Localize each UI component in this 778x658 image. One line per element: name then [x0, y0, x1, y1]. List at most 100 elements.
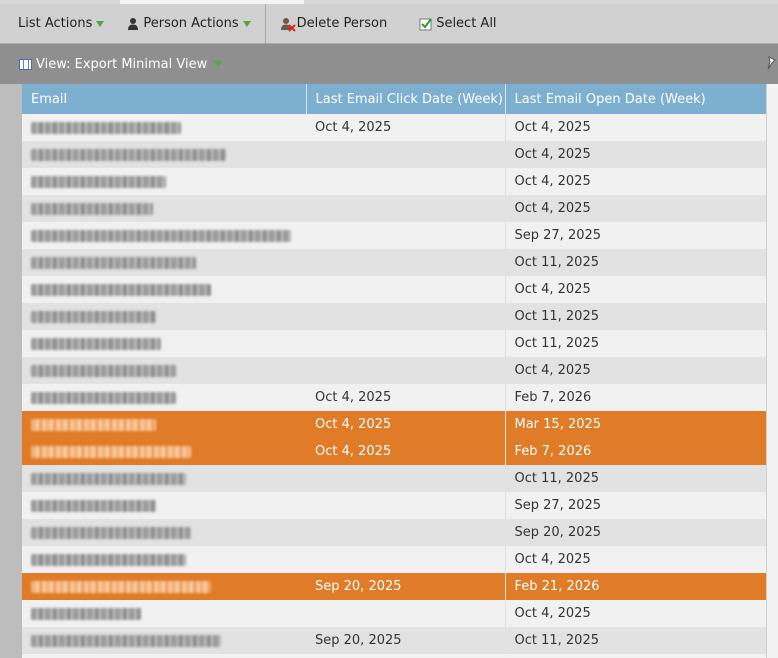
table-row[interactable]: Oct 4, 2025: [22, 195, 766, 222]
table-row[interactable]: Oct 4, 2025 Mar 15, 2025: [22, 411, 766, 438]
view-selector[interactable]: View: Export Minimal View: [36, 57, 223, 72]
table-row[interactable]: Oct 4, 2025: [22, 546, 766, 573]
table-row[interactable]: Oct 11, 2025: [22, 303, 766, 330]
column-header-last-click[interactable]: Last Email Click Date (Week): [306, 84, 506, 114]
email-cell[interactable]: [22, 519, 306, 546]
redacted-email: [31, 202, 153, 215]
vertical-scrollbar[interactable]: [766, 84, 778, 658]
last-click-cell: Oct 4, 2025: [306, 438, 506, 465]
last-open-cell: Oct 4, 2025: [505, 168, 766, 195]
email-cell[interactable]: [22, 330, 306, 357]
last-open-cell: Oct 4, 2025: [505, 546, 766, 573]
table-row[interactable]: Oct 4, 2025: [22, 600, 766, 627]
last-click-cell: Sep 20, 2025: [306, 573, 506, 600]
last-open-cell: Oct 4, 2025: [505, 357, 766, 384]
email-cell[interactable]: [22, 627, 306, 654]
table-row[interactable]: Oct 4, 2025: [22, 357, 766, 384]
email-cell[interactable]: [22, 222, 306, 249]
email-cell[interactable]: [22, 303, 306, 330]
grid-view-icon: [19, 58, 32, 70]
table-row[interactable]: Oct 11, 2025: [22, 465, 766, 492]
email-cell[interactable]: [22, 465, 306, 492]
select-all-label: Select All: [436, 16, 497, 31]
last-click-cell: [306, 141, 506, 168]
redacted-email: [31, 175, 166, 188]
table-row[interactable]: Oct 4, 2025 Feb 7, 2026: [22, 438, 766, 465]
email-cell[interactable]: [22, 195, 306, 222]
list-actions-menu[interactable]: List Actions: [18, 4, 105, 44]
redacted-email: [31, 445, 191, 458]
table-row[interactable]: Oct 11, 2025: [22, 249, 766, 276]
last-click-cell: Oct 4, 2025: [306, 411, 506, 438]
redacted-email: [31, 634, 221, 647]
last-click-cell: [306, 249, 506, 276]
people-table: Email Last Email Click Date (Week) Last …: [22, 84, 767, 654]
delete-person-button[interactable]: Delete Person: [280, 4, 388, 44]
caret-down-icon: [214, 61, 223, 67]
last-click-cell: Sep 20, 2025: [306, 627, 506, 654]
redacted-email: [31, 121, 181, 134]
email-cell[interactable]: [22, 411, 306, 438]
email-cell[interactable]: [22, 573, 306, 600]
last-click-cell: [306, 195, 506, 222]
last-open-cell: Oct 11, 2025: [505, 627, 766, 654]
view-bar: View: Export Minimal View: [0, 44, 778, 84]
redacted-email: [31, 256, 196, 269]
table-row[interactable]: Oct 4, 2025 Oct 4, 2025: [22, 114, 766, 141]
table-row[interactable]: Sep 20, 2025: [22, 519, 766, 546]
table-row[interactable]: Oct 4, 2025 Feb 7, 2026: [22, 384, 766, 411]
redacted-email: [31, 553, 186, 566]
pin-icon[interactable]: [766, 56, 776, 70]
email-cell[interactable]: [22, 600, 306, 627]
redacted-email: [31, 229, 291, 242]
caret-down-icon: [96, 20, 105, 27]
delete-person-icon: [280, 17, 296, 32]
table-row[interactable]: Sep 27, 2025: [22, 492, 766, 519]
table-row[interactable]: Sep 27, 2025: [22, 222, 766, 249]
last-click-cell: [306, 465, 506, 492]
last-open-cell: Sep 27, 2025: [505, 222, 766, 249]
last-click-cell: [306, 276, 506, 303]
redacted-email: [31, 310, 156, 323]
last-click-cell: [306, 492, 506, 519]
select-all-button[interactable]: Select All: [419, 4, 497, 44]
email-cell[interactable]: [22, 357, 306, 384]
table-row[interactable]: Oct 4, 2025: [22, 276, 766, 303]
column-header-email[interactable]: Email: [22, 84, 307, 114]
email-cell[interactable]: [22, 141, 306, 168]
redacted-email: [31, 337, 161, 350]
email-cell[interactable]: [22, 276, 306, 303]
last-open-cell: Oct 4, 2025: [505, 600, 766, 627]
email-cell[interactable]: [22, 384, 306, 411]
redacted-email: [31, 391, 176, 404]
table-row[interactable]: Sep 20, 2025 Feb 21, 2026: [22, 573, 766, 600]
last-open-cell: Oct 11, 2025: [505, 303, 766, 330]
last-open-cell: Feb 7, 2026: [505, 438, 766, 465]
table-row[interactable]: Oct 11, 2025: [22, 330, 766, 357]
redacted-email: [31, 580, 211, 593]
last-open-cell: Oct 4, 2025: [505, 276, 766, 303]
last-open-cell: Feb 7, 2026: [505, 384, 766, 411]
last-open-cell: Oct 11, 2025: [505, 249, 766, 276]
redacted-email: [31, 364, 176, 377]
left-gutter: [0, 84, 22, 658]
last-open-cell: Sep 20, 2025: [505, 519, 766, 546]
email-cell[interactable]: [22, 546, 306, 573]
table-row[interactable]: Oct 4, 2025: [22, 168, 766, 195]
table-row[interactable]: Oct 4, 2025: [22, 141, 766, 168]
last-open-cell: Oct 4, 2025: [505, 114, 766, 141]
person-actions-menu[interactable]: Person Actions: [126, 4, 251, 44]
redacted-email: [31, 499, 156, 512]
email-cell[interactable]: [22, 492, 306, 519]
email-cell[interactable]: [22, 114, 306, 141]
delete-person-label: Delete Person: [296, 16, 388, 31]
table-row[interactable]: Sep 20, 2025 Oct 11, 2025: [22, 627, 766, 654]
last-click-cell: Oct 4, 2025: [306, 114, 506, 141]
toolbar: List Actions Person Actions Delete Perso…: [0, 3, 778, 44]
column-header-last-open[interactable]: Last Email Open Date (Week): [505, 84, 767, 114]
email-cell[interactable]: [22, 168, 306, 195]
email-cell[interactable]: [22, 249, 306, 276]
email-cell[interactable]: [22, 438, 306, 465]
last-open-cell: Mar 15, 2025: [505, 411, 766, 438]
toolbar-divider: [264, 3, 266, 44]
